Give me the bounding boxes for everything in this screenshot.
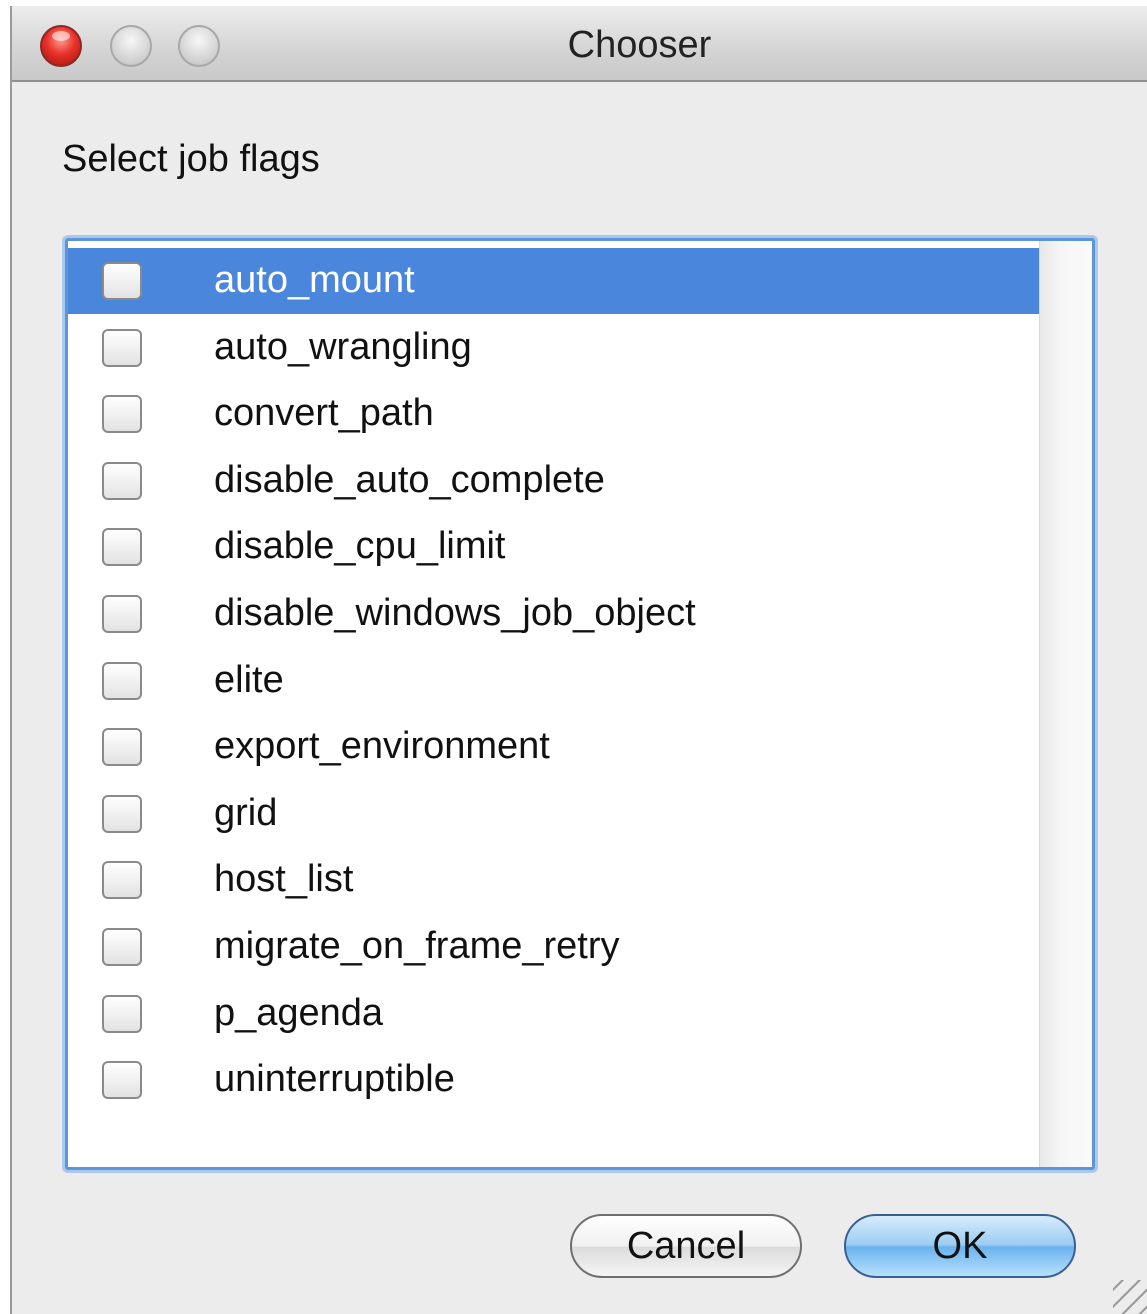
- flag-checkbox[interactable]: [102, 794, 142, 833]
- flag-checkbox[interactable]: [102, 928, 142, 966]
- list-item[interactable]: disable_cpu_limit: [68, 514, 1043, 580]
- list-item[interactable]: convert_path: [68, 381, 1043, 447]
- list-item[interactable]: export_environment: [68, 714, 1043, 780]
- list-item[interactable]: disable_windows_job_object: [68, 581, 1043, 647]
- scrollbar-track[interactable]: [1039, 241, 1092, 1167]
- window-title: Chooser: [567, 24, 712, 66]
- list-item[interactable]: elite: [68, 648, 1043, 714]
- list-item[interactable]: migrate_on_frame_retry: [68, 914, 1043, 980]
- flag-label: disable_auto_complete: [214, 458, 605, 501]
- flag-checkbox[interactable]: [102, 262, 142, 300]
- resize-grip-icon[interactable]: [1113, 1280, 1147, 1314]
- flag-checkbox[interactable]: [102, 461, 142, 500]
- flag-label: disable_cpu_limit: [214, 525, 506, 568]
- flag-label: grid: [214, 791, 278, 834]
- title-bar[interactable]: Chooser: [12, 6, 1147, 82]
- chooser-window: Chooser Select job flags auto_mount auto_…: [10, 6, 1147, 1314]
- ok-button[interactable]: OK: [844, 1214, 1076, 1278]
- flags-list[interactable]: auto_mount auto_wrangling convert_pathdisa…: [65, 238, 1095, 1170]
- flag-checkbox[interactable]: [102, 661, 142, 700]
- flag-label: auto_wrangling: [214, 325, 472, 368]
- flag-checkbox[interactable]: [102, 994, 142, 1033]
- flag-label: migrate_on_frame_retry: [214, 925, 620, 967]
- list-item[interactable]: host_list: [68, 847, 1043, 913]
- flag-label: elite: [214, 658, 284, 701]
- flag-checkbox[interactable]: [102, 528, 142, 567]
- flag-checkbox[interactable]: [102, 395, 142, 434]
- list-item[interactable]: grid: [68, 781, 1043, 847]
- cancel-button[interactable]: Cancel: [570, 1214, 802, 1278]
- flag-label: convert_path: [214, 392, 434, 435]
- flag-label: host_list: [214, 858, 354, 901]
- list-item[interactable]: auto_wrangling: [68, 315, 1043, 381]
- flag-label: auto_mount: [214, 259, 415, 301]
- flag-label: export_environment: [214, 725, 550, 768]
- prompt-label: Select job flags: [62, 138, 320, 180]
- flag-checkbox[interactable]: [102, 328, 142, 367]
- flag-label: uninterruptible: [214, 1058, 455, 1101]
- flag-checkbox[interactable]: [102, 728, 142, 767]
- flag-checkbox[interactable]: [102, 1061, 142, 1100]
- flag-label: disable_windows_job_object: [214, 592, 696, 634]
- list-item[interactable]: p_agenda: [68, 981, 1043, 1047]
- list-item[interactable]: uninterruptible: [68, 1047, 1043, 1113]
- flag-checkbox[interactable]: [102, 861, 142, 900]
- list-item[interactable]: auto_mount: [68, 248, 1043, 314]
- list-item[interactable]: disable_auto_complete: [68, 448, 1043, 514]
- flag-checkbox[interactable]: [102, 595, 142, 633]
- flag-label: p_agenda: [214, 991, 384, 1034]
